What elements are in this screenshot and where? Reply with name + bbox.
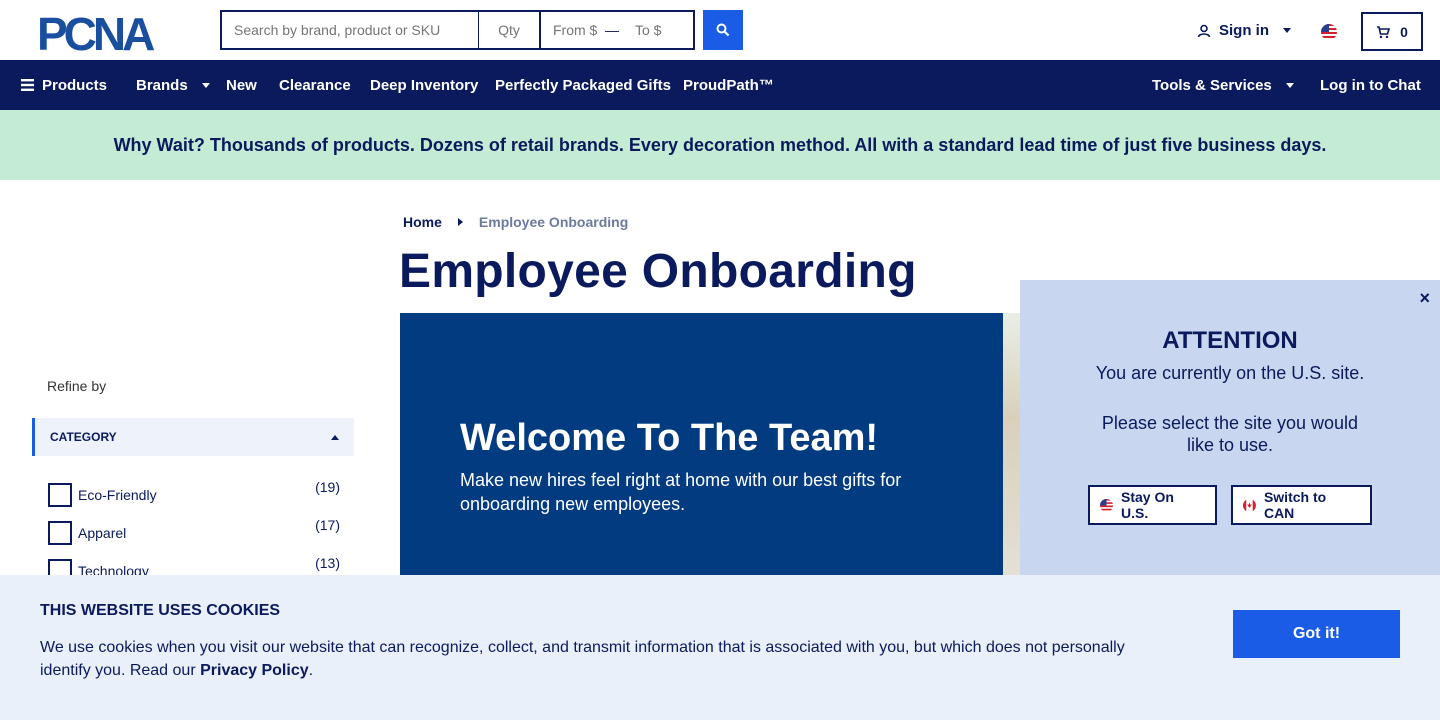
category-label: Eco-Friendly	[78, 487, 157, 503]
page-title: Employee Onboarding	[399, 245, 917, 298]
pcna-logo[interactable]: PCNA	[37, 13, 184, 52]
country-select-popup: × ATTENTION You are currently on the U.S…	[1020, 280, 1440, 575]
hero-subtitle: Make new hires feel right at home with o…	[460, 470, 902, 514]
category-count: (13)	[315, 555, 340, 571]
refine-label: Refine by	[47, 378, 107, 394]
switch-can-button[interactable]: Switch to CAN	[1231, 485, 1372, 525]
breadcrumb-current: Employee Onboarding	[478, 214, 629, 230]
category-filter-header[interactable]: CATEGORY	[32, 418, 354, 456]
price-range-dash: —	[605, 22, 619, 38]
promo-banner: Why Wait? Thousands of products. Dozens …	[0, 110, 1440, 180]
popup-current-site: You are currently on the U.S. site.	[1095, 363, 1365, 383]
category-checkbox[interactable]	[48, 483, 72, 507]
us-flag-icon[interactable]	[1321, 24, 1337, 40]
nav-proudpath[interactable]: ProudPath™	[683, 60, 774, 110]
switch-can-label: Switch to CAN	[1263, 489, 1327, 521]
search-button[interactable]	[703, 10, 743, 50]
search-bar: —	[220, 10, 695, 50]
us-flag-icon	[1100, 498, 1113, 512]
nav-products-label: Products	[42, 76, 108, 94]
hero-banner: Welcome To The Team! Make new hires feel…	[400, 313, 1003, 575]
privacy-policy-link[interactable]: Privacy Policy	[200, 662, 309, 679]
nav-deep-inventory-label: Deep Inventory	[370, 76, 479, 94]
canada-flag-icon	[1243, 498, 1256, 512]
menu-icon	[21, 79, 34, 91]
nav-tools[interactable]: Tools & Services	[1152, 60, 1294, 110]
accept-cookies-button[interactable]: Got it!	[1233, 610, 1400, 658]
nav-products[interactable]: Products	[21, 60, 107, 110]
nav-new[interactable]: New	[226, 60, 257, 110]
user-icon	[1197, 24, 1211, 37]
cookie-title: THIS WEBSITE USES COOKIES	[40, 602, 281, 619]
cart-button[interactable]: 0	[1361, 12, 1423, 51]
qty-input[interactable]	[479, 12, 541, 48]
cookie-text: We use cookies when you visit our websit…	[40, 636, 1150, 682]
cart-count: 0	[1400, 23, 1408, 40]
popup-instruction: Please select the site you would like to…	[1101, 413, 1359, 455]
main-nav: Products Brands New Clearance Deep Inven…	[0, 60, 1440, 110]
category-label: Apparel	[78, 525, 127, 541]
popup-title: ATTENTION	[1162, 327, 1298, 354]
signin-label: Sign in	[1219, 22, 1269, 39]
chevron-right-icon	[457, 218, 463, 226]
nav-brands[interactable]: Brands	[136, 60, 210, 110]
nav-gifts[interactable]: Perfectly Packaged Gifts	[495, 60, 671, 110]
search-input[interactable]	[222, 12, 479, 48]
hero-title: Welcome To The Team!	[460, 417, 879, 459]
nav-chat[interactable]: Log in to Chat	[1320, 60, 1421, 110]
nav-proudpath-label: ProudPath™	[683, 76, 774, 94]
nav-tools-label: Tools & Services	[1152, 76, 1272, 94]
chevron-up-icon	[331, 434, 339, 440]
hero-image	[1003, 313, 1020, 575]
category-checkbox[interactable]	[48, 521, 72, 545]
category-count: (19)	[315, 479, 340, 495]
cart-icon	[1377, 25, 1391, 38]
category-item[interactable]: Eco-Friendly (19)	[48, 479, 340, 507]
category-count: (17)	[315, 517, 340, 533]
nav-clearance-label: Clearance	[279, 76, 351, 94]
category-item[interactable]: Apparel (17)	[48, 517, 340, 545]
nav-new-label: New	[226, 76, 257, 94]
breadcrumb-home[interactable]: Home	[403, 214, 442, 230]
cookie-period: .	[308, 662, 314, 679]
price-from-input[interactable]	[541, 12, 601, 48]
breadcrumb: Home Employee Onboarding	[403, 214, 628, 230]
signin-menu[interactable]: Sign in	[1197, 22, 1291, 39]
chevron-down-icon	[1283, 28, 1291, 33]
close-icon[interactable]: ×	[1419, 288, 1430, 309]
nav-chat-label: Log in to Chat	[1320, 76, 1421, 94]
nav-brands-label: Brands	[136, 76, 188, 94]
price-to-input[interactable]	[623, 12, 683, 48]
top-header: PCNA — Sign in	[0, 0, 1440, 60]
nav-deep-inventory[interactable]: Deep Inventory	[370, 60, 478, 110]
category-header-label: CATEGORY	[50, 430, 117, 444]
cookie-banner: THIS WEBSITE USES COOKIES We use cookies…	[0, 575, 1440, 720]
chevron-down-icon	[1285, 82, 1294, 88]
stay-us-button[interactable]: Stay On U.S.	[1088, 485, 1217, 525]
chevron-down-icon	[201, 82, 210, 88]
promo-text: Why Wait? Thousands of products. Dozens …	[113, 134, 1327, 155]
search-icon	[716, 23, 730, 37]
nav-clearance[interactable]: Clearance	[279, 60, 351, 110]
nav-gifts-label: Perfectly Packaged Gifts	[495, 76, 671, 94]
svg-text:PCNA: PCNA	[37, 13, 154, 52]
stay-us-label: Stay On U.S.	[1121, 489, 1174, 521]
